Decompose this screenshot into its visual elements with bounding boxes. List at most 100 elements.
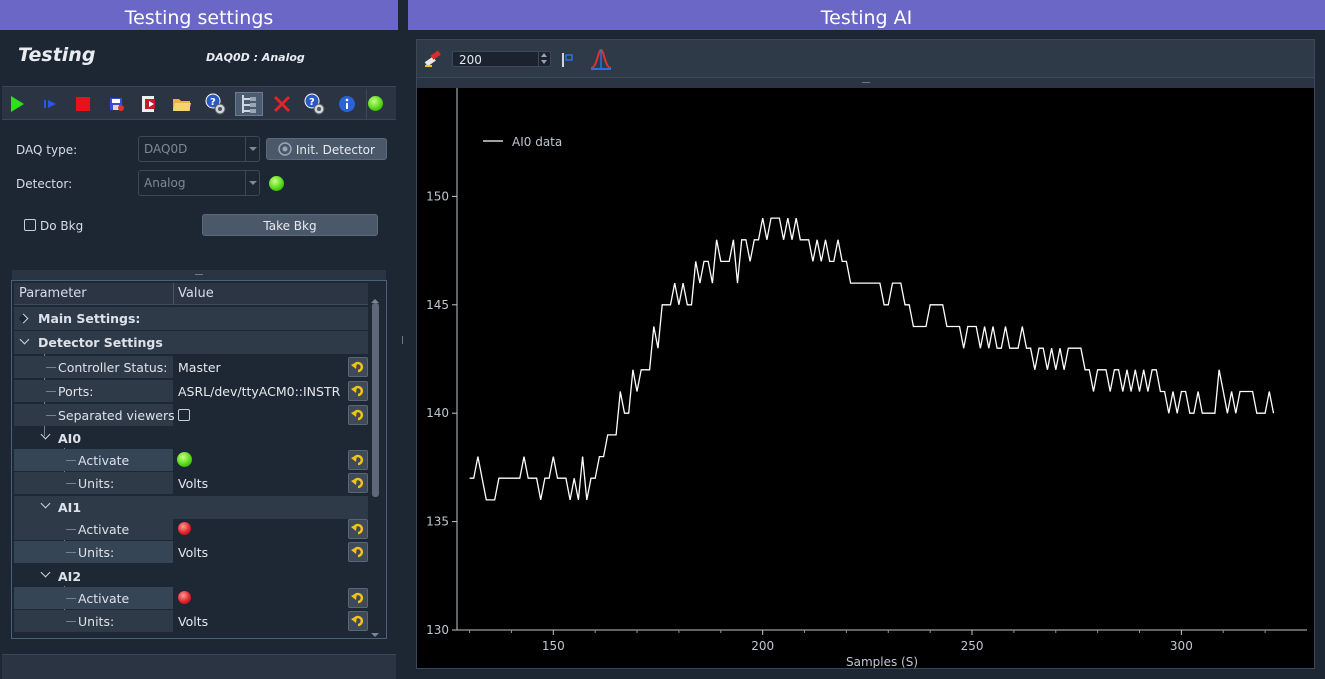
tree-group-label: AI1: [58, 500, 82, 515]
column-parameter[interactable]: Parameter: [19, 286, 87, 301]
reset-default-button[interactable]: [348, 542, 368, 562]
tree-row-ai2-units[interactable]: Units: Volts: [14, 610, 368, 633]
column-value[interactable]: Value: [178, 286, 214, 301]
tree-scrollbar[interactable]: [369, 299, 381, 638]
tree-group-label: Detector Settings: [38, 335, 163, 350]
x-axis-label: Samples (S): [846, 655, 918, 668]
tree-header: Parameter Value: [14, 283, 368, 305]
reset-default-button[interactable]: [348, 405, 368, 425]
y-tick-label: 150: [426, 189, 449, 203]
scroll-down-icon[interactable]: [371, 633, 379, 637]
tree-row-controller-status[interactable]: Controller Status: Master: [14, 356, 368, 379]
reset-default-button[interactable]: [348, 473, 368, 493]
tree-row-ports[interactable]: Ports: ASRL/dev/ttyACM0::INSTR: [14, 380, 368, 403]
tree-group-ai0[interactable]: AI0: [14, 427, 368, 450]
tree-guide-line: [66, 529, 76, 530]
tree-group-ai2[interactable]: AI2: [14, 565, 368, 588]
detector-combo[interactable]: Analog: [138, 170, 260, 196]
close-red-icon[interactable]: [270, 92, 294, 116]
ports-label: Ports:: [58, 384, 94, 399]
open-folder-icon[interactable]: [170, 92, 194, 116]
undo-arrow-icon: [351, 477, 364, 489]
detector-status-led-icon: [269, 176, 284, 191]
undo-arrow-icon: [351, 361, 364, 373]
viewer-splitter-handle[interactable]: [417, 78, 1314, 88]
chevron-down-icon[interactable]: [40, 498, 51, 509]
tree-row-separated-viewers[interactable]: Separated viewers: [14, 404, 368, 427]
step-play-icon[interactable]: [38, 92, 62, 116]
activate-label: Activate: [78, 453, 130, 468]
undo-arrow-icon: [351, 615, 364, 627]
daq-type-label: DAQ type:: [16, 143, 78, 157]
x-tick-label: 300: [1170, 639, 1193, 653]
svg-text:?: ?: [309, 97, 315, 108]
tree-row-ai1-units[interactable]: Units: Volts: [14, 541, 368, 564]
chevron-down-icon[interactable]: [40, 567, 51, 578]
line-plot[interactable]: 130 135 140 145 150 150 200 250 300 Samples (S) A…: [417, 88, 1314, 668]
ai0-activate-led-icon[interactable]: [177, 452, 192, 467]
reset-default-button[interactable]: [348, 381, 368, 401]
play-green-icon[interactable]: [5, 92, 29, 116]
units-value[interactable]: Volts: [178, 476, 208, 491]
tree-row-ai1-activate[interactable]: Activate: [14, 518, 368, 541]
y-tick-label: 140: [426, 406, 449, 420]
controller-status-value[interactable]: Master: [178, 360, 221, 375]
tree-group-detector-settings[interactable]: Detector Settings: [14, 331, 368, 354]
settings-splitter-handle[interactable]: [12, 270, 386, 280]
column-divider[interactable]: [173, 283, 174, 305]
parameter-tree: Parameter Value Main Settings: Detector …: [11, 280, 387, 639]
do-bkg-checkbox[interactable]: [24, 219, 36, 231]
tree-row-ai0-units[interactable]: Units: Volts: [14, 472, 368, 495]
tree-guide-line: [66, 598, 76, 599]
y-tick-label: 130: [426, 623, 449, 637]
settings-dock-title[interactable]: Testing settings: [0, 0, 398, 30]
clear-brush-icon[interactable]: [423, 49, 443, 69]
stop-red-icon[interactable]: [71, 92, 95, 116]
separated-viewers-checkbox[interactable]: [178, 409, 190, 421]
spin-arrows-icon[interactable]: [538, 52, 550, 66]
save-icon[interactable]: [104, 92, 128, 116]
undo-arrow-icon: [351, 523, 364, 535]
ports-value[interactable]: ASRL/dev/ttyACM0::INSTR: [178, 384, 340, 399]
status-led-icon: [368, 96, 383, 111]
daq-type-value: DAQ0D: [144, 142, 188, 156]
gaussian-fit-icon[interactable]: [589, 47, 613, 71]
init-detector-button[interactable]: Init. Detector: [266, 138, 387, 160]
y-tick-label: 135: [426, 515, 449, 529]
chevron-down-icon[interactable]: [40, 429, 51, 440]
reset-default-button[interactable]: [348, 588, 368, 608]
tree-group-ai1[interactable]: AI1: [14, 496, 368, 519]
x-tick-label: 250: [961, 639, 984, 653]
settings-dock: Testing settings Testing DAQ0D : Analog: [0, 0, 398, 679]
chevron-down-icon: [245, 137, 259, 161]
viewer-dock-title[interactable]: Testing AI: [408, 0, 1325, 30]
take-bkg-button[interactable]: Take Bkg: [202, 214, 378, 236]
settings-help-icon[interactable]: ?: [202, 92, 228, 116]
reset-default-button[interactable]: [348, 357, 368, 377]
app-window: Testing settings Testing DAQ0D : Analog: [0, 0, 1325, 679]
daq-type-combo[interactable]: DAQ0D: [138, 136, 260, 162]
legend-label: AI0 data: [512, 135, 562, 149]
info-icon[interactable]: [335, 92, 359, 116]
reset-default-button[interactable]: [348, 519, 368, 539]
ai2-activate-led-icon[interactable]: [178, 591, 191, 604]
init-detector-icon: [278, 142, 292, 156]
tree-group-label: AI0: [58, 431, 82, 446]
units-value[interactable]: Volts: [178, 614, 208, 629]
tree-row-ai0-activate[interactable]: Activate: [14, 449, 368, 472]
tree-group-main-settings[interactable]: Main Settings:: [14, 307, 368, 330]
settings-help-icon[interactable]: ?: [301, 92, 327, 116]
xy-mode-icon[interactable]: [559, 51, 577, 69]
tree-view-icon[interactable]: [235, 92, 263, 116]
tree-row-ai2-activate[interactable]: Activate: [14, 587, 368, 610]
reset-default-button[interactable]: [348, 450, 368, 470]
save-as-icon[interactable]: [137, 92, 161, 116]
buffer-size-spinbox[interactable]: 200: [452, 51, 551, 67]
chevron-right-icon[interactable]: [18, 313, 29, 324]
scroll-thumb[interactable]: [372, 303, 379, 497]
reset-default-button[interactable]: [348, 611, 368, 631]
ai1-activate-led-icon[interactable]: [178, 522, 191, 535]
units-value[interactable]: Volts: [178, 545, 208, 560]
chevron-down-icon[interactable]: [19, 334, 30, 345]
controller-status-label: Controller Status:: [58, 360, 168, 375]
